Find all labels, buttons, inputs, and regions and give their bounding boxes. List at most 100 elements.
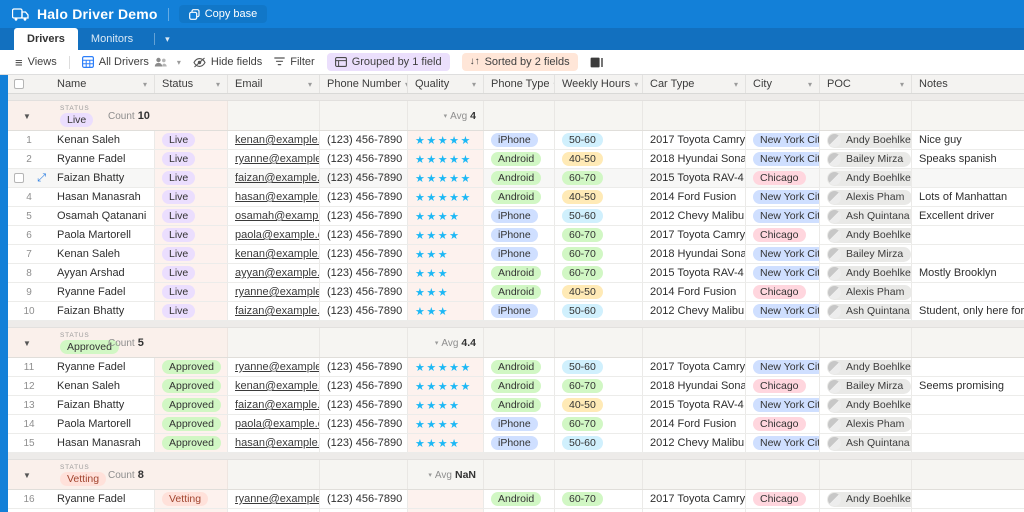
view-switcher[interactable]: All Drivers ▾ (82, 56, 181, 68)
cell-city[interactable]: New York City (746, 188, 820, 206)
cell-car-type[interactable]: 2012 Chevy Malibu (643, 302, 746, 320)
cell-city[interactable]: Chicago (746, 377, 820, 395)
cell-status[interactable]: Approved (155, 415, 228, 433)
cell-name[interactable]: Ryanne Fadel (50, 358, 155, 376)
cell-status[interactable]: Vetting (155, 490, 228, 508)
tables-chevron-down-icon[interactable]: ▾ (165, 34, 170, 45)
cell-phone-type[interactable]: iPhone (484, 131, 555, 149)
cell-name[interactable]: Faizan Bhatty (50, 396, 155, 414)
email-link[interactable]: ayyan@example.com (235, 267, 320, 279)
cell-city[interactable]: Chicago (746, 169, 820, 187)
cell-name[interactable]: Hasan Manasrah (50, 188, 155, 206)
cell-email[interactable]: kenan@example.com (228, 245, 320, 263)
tab-drivers[interactable]: Drivers (14, 28, 78, 50)
cell-phone-type[interactable]: Android (484, 490, 555, 508)
cell-email[interactable]: faizan@example.com (228, 396, 320, 414)
column-header-phone-type[interactable]: Phone Type▾ (484, 75, 555, 93)
cell-email[interactable]: ryanne@example.com (228, 490, 320, 508)
table-row[interactable]: 13Faizan BhattyApprovedfaizan@example.co… (8, 396, 1024, 415)
cell-poc[interactable]: Bailey Mirza (820, 245, 912, 263)
email-link[interactable]: faizan@example.com (235, 399, 320, 411)
table-row[interactable]: 15Hasan ManasrahApprovedhasan@example.co… (8, 434, 1024, 453)
row-checkbox[interactable] (14, 173, 24, 183)
cell-phone-number[interactable]: (123) 456-7890 (320, 169, 408, 187)
cell-weekly-hours[interactable]: 50-60 (555, 358, 643, 376)
cell-email[interactable]: hasan@example.com (228, 434, 320, 452)
cell-notes[interactable] (912, 358, 1024, 376)
cell-car-type[interactable]: 2015 Toyota RAV-4 (643, 264, 746, 282)
cell-name[interactable]: Faizan Bhatty (50, 169, 155, 187)
cell-car-type[interactable]: 2018 Hyundai Sonata (643, 377, 746, 395)
cell-city[interactable]: New York City (746, 150, 820, 168)
email-link[interactable]: ryanne@example.com (235, 361, 320, 373)
cell-status[interactable]: Live (155, 302, 228, 320)
hide-fields-button[interactable]: Hide fields (193, 56, 262, 68)
cell-car-type[interactable]: 2017 Toyota Camry (643, 490, 746, 508)
cell-name[interactable]: Ryanne Fadel (50, 490, 155, 508)
email-link[interactable]: kenan@example.com (235, 134, 320, 146)
cell-car-type[interactable]: 2014 Ford Fusion (643, 283, 746, 301)
group-avg-summary[interactable]: ▾AvgNaN (408, 469, 476, 481)
cell-poc[interactable]: Andy Boehlke (820, 226, 912, 244)
cell-status[interactable]: Approved (155, 396, 228, 414)
cell-email[interactable]: faizan@example.com (228, 302, 320, 320)
table-row[interactable]: 11Ryanne FadelApprovedryanne@example.com… (8, 358, 1024, 377)
cell-city[interactable]: New York City (746, 434, 820, 452)
cell-email[interactable]: kenan@example.com (228, 131, 320, 149)
email-link[interactable]: ryanne@example.com (235, 286, 320, 298)
email-link[interactable]: kenan@example.com (235, 248, 320, 260)
group-collapse-caret-icon[interactable]: ▼ (23, 339, 31, 348)
cell-status[interactable]: Approved (155, 358, 228, 376)
table-row[interactable]: 5Osamah QatananiLiveosamah@example.com(1… (8, 207, 1024, 226)
cell-weekly-hours[interactable]: 50-60 (555, 302, 643, 320)
cell-car-type[interactable]: 2018 Hyundai Sonata (643, 245, 746, 263)
cell-status[interactable]: Approved (155, 377, 228, 395)
column-header-weekly-hours[interactable]: Weekly Hours▾ (555, 75, 643, 93)
cell-phone-type[interactable]: iPhone (484, 302, 555, 320)
cell-weekly-hours[interactable]: 60-70 (555, 415, 643, 433)
cell-phone-type[interactable]: Android (484, 283, 555, 301)
cell-weekly-hours[interactable]: 50-60 (555, 207, 643, 225)
column-header-city[interactable]: City▾ (746, 75, 820, 93)
group-avg-summary[interactable]: ▾Avg4.4 (408, 337, 476, 349)
cell-status[interactable]: Live (155, 169, 228, 187)
cell-name[interactable]: Ryanne Fadel (50, 150, 155, 168)
cell-quality[interactable]: ★★★★ (408, 226, 484, 244)
cell-status[interactable]: Live (155, 226, 228, 244)
cell-phone-number[interactable]: (123) 456-7890 (320, 283, 408, 301)
cell-phone-number[interactable]: (123) 456-7890 (320, 131, 408, 149)
cell-city[interactable]: New York City (746, 245, 820, 263)
cell-poc[interactable]: Alexis Pham (820, 283, 912, 301)
cell-poc[interactable]: Alexis Pham (820, 415, 912, 433)
email-link[interactable]: kenan@example.com (235, 380, 320, 392)
cell-quality[interactable] (408, 490, 484, 508)
email-link[interactable]: osamah@example.com (235, 210, 320, 222)
cell-poc[interactable]: Bailey Mirza (820, 377, 912, 395)
cell-car-type[interactable]: 2017 Toyota Camry (643, 358, 746, 376)
cell-poc[interactable]: Andy Boehlke (820, 490, 912, 508)
cell-poc[interactable]: Andy Boehlke (820, 131, 912, 149)
cell-notes[interactable] (912, 490, 1024, 508)
cell-city[interactable]: Chicago (746, 490, 820, 508)
cell-weekly-hours[interactable]: 60-70 (555, 377, 643, 395)
table-row[interactable]: 12Kenan SalehApprovedkenan@example.com(1… (8, 377, 1024, 396)
cell-weekly-hours[interactable]: 40-50 (555, 396, 643, 414)
cell-city[interactable]: New York City (746, 396, 820, 414)
table-row[interactable]: 10Faizan BhattyLivefaizan@example.com(12… (8, 302, 1024, 321)
cell-email[interactable]: ryanne@example.com (228, 358, 320, 376)
copy-base-button[interactable]: Copy base (179, 5, 268, 23)
cell-poc[interactable]: Alexis Pham (820, 188, 912, 206)
cell-notes[interactable] (912, 226, 1024, 244)
cell-weekly-hours[interactable]: 50-60 (555, 131, 643, 149)
cell-poc[interactable]: Ash Quintana (820, 434, 912, 452)
cell-city[interactable]: New York City (746, 264, 820, 282)
table-row[interactable]: 16Ryanne FadelVettingryanne@example.com(… (8, 490, 1024, 509)
cell-name[interactable]: Hasan Manasrah (50, 434, 155, 452)
cell-name[interactable]: Paola Martorell (50, 415, 155, 433)
cell-weekly-hours[interactable]: 60-70 (555, 226, 643, 244)
cell-phone-type[interactable]: iPhone (484, 415, 555, 433)
cell-phone-number[interactable]: (123) 456-7890 (320, 415, 408, 433)
cell-car-type[interactable]: 2014 Ford Fusion (643, 188, 746, 206)
cell-city[interactable]: Chicago (746, 226, 820, 244)
table-row[interactable]: 6Paola MartorellLivepaola@example.com(12… (8, 226, 1024, 245)
